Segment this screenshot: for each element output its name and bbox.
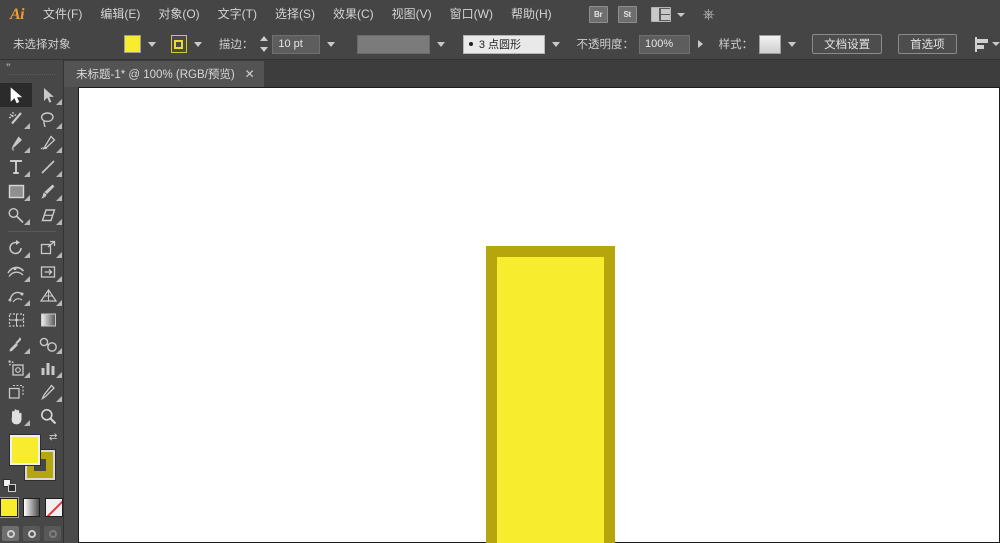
tools-divider bbox=[8, 231, 56, 232]
stock-button[interactable]: St bbox=[617, 6, 637, 23]
brush-definition-dropdown[interactable]: 3 点圆形 bbox=[462, 34, 546, 54]
swap-fill-stroke-icon[interactable]: ⇄ bbox=[49, 432, 60, 443]
tool-column-graph[interactable] bbox=[32, 356, 64, 380]
tool-curvature[interactable] bbox=[32, 131, 64, 155]
illustrator-window: Ai 文件(F) 编辑(E) 对象(O) 文字(T) 选择(S) 效果(C) 视… bbox=[0, 0, 1000, 543]
tool-paintbrush[interactable] bbox=[32, 179, 64, 203]
fill-color-swatch[interactable] bbox=[123, 35, 141, 53]
tool-magic-wand[interactable] bbox=[0, 107, 32, 131]
stroke-color-swatch[interactable] bbox=[170, 35, 187, 53]
tool-gradient[interactable] bbox=[32, 308, 64, 332]
fill-stroke-cluster: ⇄ bbox=[0, 432, 64, 494]
tool-free-transform[interactable] bbox=[0, 284, 32, 308]
arrange-documents-icon[interactable] bbox=[650, 7, 671, 22]
tool-direct-selection[interactable] bbox=[32, 83, 64, 107]
graphic-style-swatch[interactable] bbox=[759, 34, 782, 54]
tool-rectangle[interactable] bbox=[0, 179, 32, 203]
selection-status-label: 未选择对象 bbox=[13, 39, 71, 51]
fill-chevron-down-icon[interactable] bbox=[147, 41, 156, 47]
sync-settings-cloud-icon[interactable]: ⎈ bbox=[703, 7, 715, 22]
stroke-chevron-down-icon[interactable] bbox=[193, 41, 202, 47]
mode-none[interactable] bbox=[45, 498, 64, 517]
draw-normal[interactable] bbox=[2, 526, 19, 541]
tool-shape-builder[interactable] bbox=[32, 260, 64, 284]
menu-edit[interactable]: 编辑(E) bbox=[91, 0, 149, 29]
rectangle-shape[interactable] bbox=[486, 246, 615, 543]
document-setup-button[interactable]: 文档设置 bbox=[812, 34, 883, 54]
menu-bar: Ai 文件(F) 编辑(E) 对象(O) 文字(T) 选择(S) 效果(C) 视… bbox=[0, 0, 1000, 29]
menu-object[interactable]: 对象(O) bbox=[149, 0, 208, 29]
stroke-weight-label: 描边： bbox=[218, 39, 254, 51]
app-logo-icon: Ai bbox=[9, 5, 25, 23]
tool-lasso[interactable] bbox=[32, 107, 64, 131]
menu-file[interactable]: 文件(F) bbox=[34, 0, 91, 29]
stroke-weight-stepper[interactable] bbox=[260, 36, 269, 52]
draw-inside[interactable] bbox=[44, 526, 61, 541]
preferences-button[interactable]: 首选项 bbox=[898, 34, 957, 54]
menu-view[interactable]: 视图(V) bbox=[383, 0, 441, 29]
mode-gradient[interactable] bbox=[22, 498, 41, 517]
tool-pen[interactable] bbox=[0, 131, 32, 155]
tool-artboard[interactable] bbox=[0, 380, 32, 404]
canvas-area[interactable] bbox=[64, 87, 1000, 543]
control-bar: 未选择对象 描边： 10 pt 3 点圆形 不透明度： 100% 样式： 文档设… bbox=[0, 29, 1000, 60]
menu-effect[interactable]: 效果(C) bbox=[324, 0, 383, 29]
stroke-profile-chevron-down-icon[interactable] bbox=[436, 41, 445, 47]
tools-panel: ❞ ⇄ bbox=[0, 60, 64, 543]
draw-mode-row bbox=[0, 526, 63, 541]
tool-type[interactable] bbox=[0, 155, 32, 179]
stroke-weight-input[interactable]: 10 pt bbox=[272, 34, 320, 54]
draw-behind[interactable] bbox=[23, 526, 40, 541]
tool-symbol-sprayer[interactable] bbox=[0, 356, 32, 380]
artboard[interactable] bbox=[78, 87, 1000, 543]
tool-eyedropper[interactable] bbox=[0, 332, 32, 356]
opacity-caret-right-icon[interactable] bbox=[697, 40, 703, 48]
tool-slice[interactable] bbox=[32, 380, 64, 404]
tool-hand[interactable] bbox=[0, 404, 32, 428]
brush-chevron-down-icon[interactable] bbox=[552, 41, 561, 47]
brush-dot-icon bbox=[468, 42, 473, 46]
opacity-input[interactable]: 100% bbox=[638, 34, 690, 54]
bridge-button[interactable]: Br bbox=[588, 6, 608, 23]
tool-rotate[interactable] bbox=[0, 236, 32, 260]
stroke-weight-chevron-down-icon[interactable] bbox=[326, 41, 335, 47]
tool-shaper[interactable] bbox=[0, 203, 32, 227]
brush-definition-label: 3 点圆形 bbox=[478, 39, 522, 51]
default-fill-stroke-icon[interactable] bbox=[3, 479, 16, 492]
document-tab-bar: 未标题-1* @ 100% (RGB/预览) ✕ bbox=[64, 61, 1000, 87]
tool-scale[interactable] bbox=[32, 236, 64, 260]
tool-width[interactable] bbox=[0, 260, 32, 284]
menu-type[interactable]: 文字(T) bbox=[209, 0, 266, 29]
document-tab-title: 未标题-1* @ 100% (RGB/预览) bbox=[76, 69, 235, 81]
menu-help[interactable]: 帮助(H) bbox=[502, 0, 561, 29]
tool-mesh[interactable] bbox=[0, 308, 32, 332]
tool-line-segment[interactable] bbox=[32, 155, 64, 179]
tool-eraser[interactable] bbox=[32, 203, 64, 227]
arrange-chevron-down-icon[interactable] bbox=[676, 12, 685, 17]
style-label: 样式： bbox=[718, 39, 754, 51]
menu-select[interactable]: 选择(S) bbox=[266, 0, 324, 29]
align-chevron-down-icon[interactable] bbox=[991, 42, 1000, 46]
document-tab[interactable]: 未标题-1* @ 100% (RGB/预览) ✕ bbox=[64, 61, 265, 87]
style-chevron-down-icon[interactable] bbox=[788, 41, 797, 47]
tool-selection[interactable] bbox=[0, 83, 32, 107]
align-icon[interactable] bbox=[974, 36, 988, 52]
toolbar-fill-swatch[interactable] bbox=[10, 435, 40, 465]
stroke-profile-dropdown[interactable] bbox=[356, 34, 430, 54]
tools-grid bbox=[0, 83, 64, 428]
opacity-label: 不透明度： bbox=[576, 39, 634, 51]
close-icon[interactable]: ✕ bbox=[245, 68, 255, 80]
mode-color[interactable] bbox=[0, 497, 19, 518]
menu-window[interactable]: 窗口(W) bbox=[441, 0, 502, 29]
tools-panel-grip[interactable]: ❞ bbox=[0, 60, 63, 74]
tools-panel-divider bbox=[8, 74, 55, 83]
paint-mode-row bbox=[0, 497, 64, 518]
tool-zoom[interactable] bbox=[32, 404, 64, 428]
tool-perspective-grid[interactable] bbox=[32, 284, 64, 308]
tool-blend[interactable] bbox=[32, 332, 64, 356]
